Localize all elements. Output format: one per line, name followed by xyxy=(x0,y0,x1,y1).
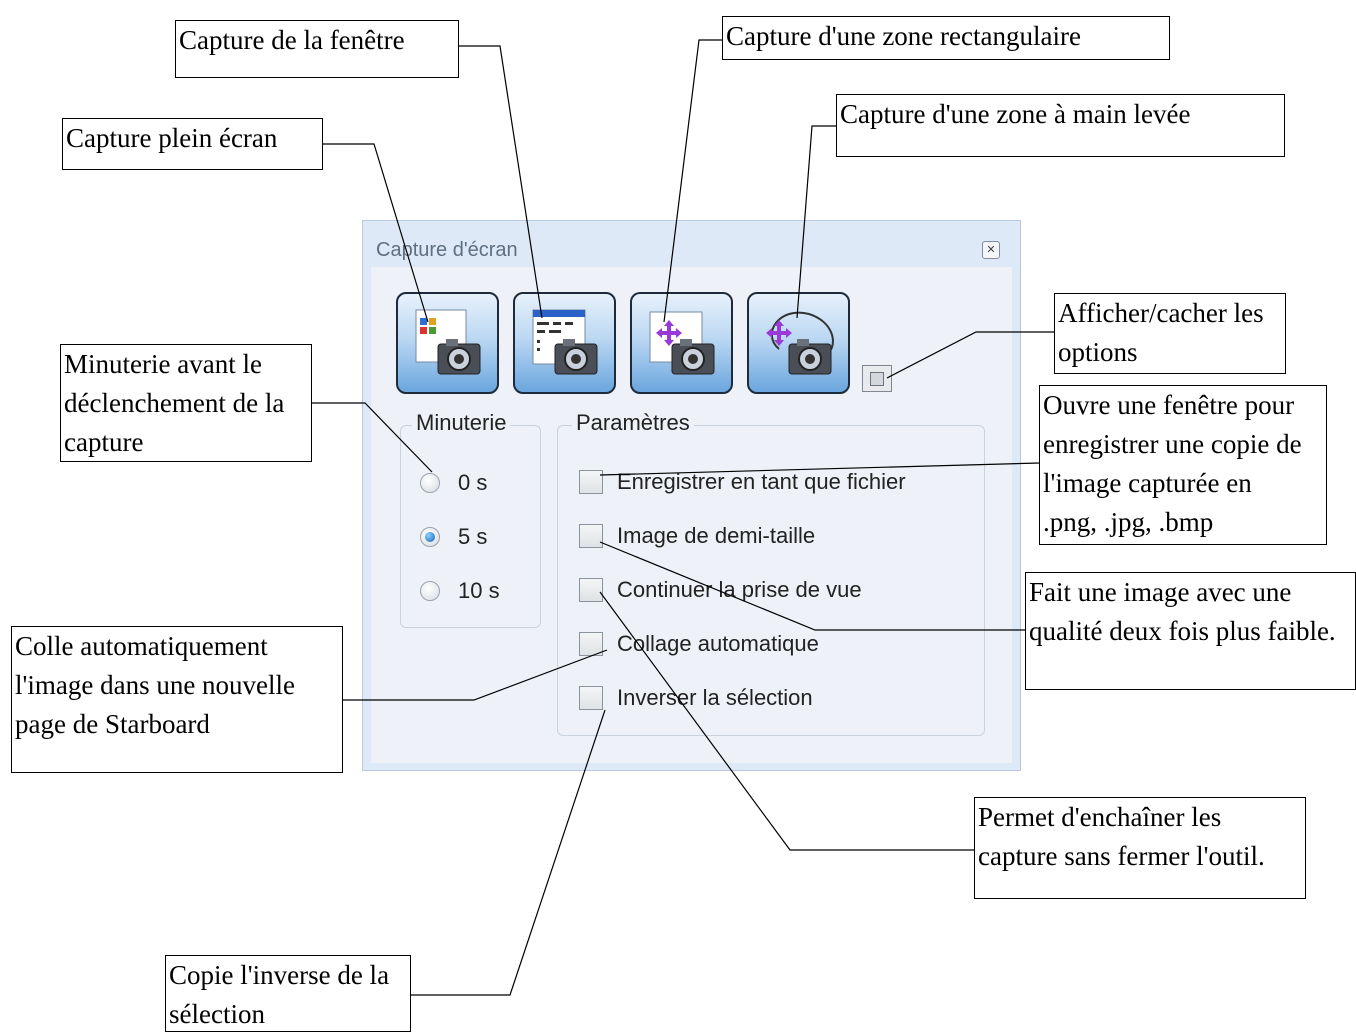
timer-group-label: Minuterie xyxy=(412,410,511,436)
radio-10s[interactable] xyxy=(420,581,440,601)
radio-5s[interactable] xyxy=(420,527,440,547)
capture-rectangle-button[interactable] xyxy=(630,292,733,394)
checkbox-save-file[interactable] xyxy=(579,470,603,494)
checkbox-invert-selection[interactable] xyxy=(579,686,603,710)
setting-label: Enregistrer en tant que fichier xyxy=(617,469,906,494)
capture-freehand-icon xyxy=(766,311,834,375)
callout-save: Ouvre une fenêtre pour enregistrer une c… xyxy=(1039,385,1327,545)
checkbox-auto-paste[interactable] xyxy=(579,632,603,656)
dialog-title: Capture d'écran xyxy=(376,239,518,261)
setting-label: Continuer la prise de vue xyxy=(617,577,862,602)
timer-option-label: 10 s xyxy=(458,578,500,603)
close-icon[interactable]: ✕ xyxy=(982,241,1000,259)
setting-half-size[interactable]: Image de demi-taille xyxy=(579,523,815,549)
capture-window-button[interactable] xyxy=(513,292,616,394)
timer-option-label: 0 s xyxy=(458,470,488,495)
radio-0s[interactable] xyxy=(420,473,440,493)
callout-rectangle: Capture d'une zone rectangulaire xyxy=(722,16,1170,60)
callout-invert: Copie l'inverse de la sélection xyxy=(165,955,411,1032)
timer-option-label: 5 s xyxy=(458,524,488,549)
capture-window-icon xyxy=(532,309,598,375)
setting-continue[interactable]: Continuer la prise de vue xyxy=(579,577,862,603)
setting-label: Inverser la sélection xyxy=(617,685,813,710)
timer-option-10[interactable]: 10 s xyxy=(420,578,500,604)
options-toggle-icon[interactable] xyxy=(862,365,892,392)
callout-timer: Minuterie avant le déclenchement de la c… xyxy=(60,344,312,462)
capture-rectangle-icon xyxy=(649,311,715,375)
setting-label: Image de demi-taille xyxy=(617,523,816,548)
setting-invert-selection[interactable]: Inverser la sélection xyxy=(579,685,813,711)
callout-continue: Permet d'enchaîner les capture sans ferm… xyxy=(974,797,1306,899)
settings-group-label: Paramètres xyxy=(572,410,694,436)
capture-freehand-button[interactable] xyxy=(747,292,850,394)
callout-autopaste: Colle automatiquement l'image dans une n… xyxy=(11,626,343,773)
checkbox-continue[interactable] xyxy=(579,578,603,602)
timer-option-5[interactable]: 5 s xyxy=(420,524,487,550)
callout-freehand: Capture d'une zone à main levée xyxy=(836,94,1285,157)
callout-window: Capture de la fenêtre xyxy=(175,20,459,78)
capture-full-screen-button[interactable] xyxy=(396,292,499,394)
setting-save-file[interactable]: Enregistrer en tant que fichier xyxy=(579,469,906,495)
capture-full-screen-icon xyxy=(415,309,481,375)
callout-half: Fait une image avec une qualité deux foi… xyxy=(1025,572,1356,690)
timer-option-0[interactable]: 0 s xyxy=(420,470,487,496)
checkbox-half-size[interactable] xyxy=(579,524,603,548)
callout-options: Afficher/cacher les options xyxy=(1054,293,1286,374)
callout-fullscreen: Capture plein écran xyxy=(62,118,323,170)
setting-label: Collage automatique xyxy=(617,631,819,656)
setting-auto-paste[interactable]: Collage automatique xyxy=(579,631,819,657)
